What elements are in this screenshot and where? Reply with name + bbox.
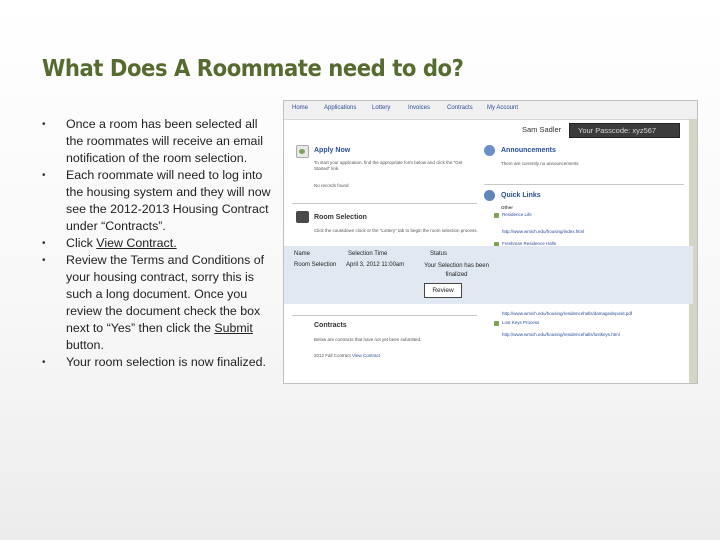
review-button[interactable]: Review [424, 283, 462, 298]
bullet-text: button. [66, 338, 104, 352]
bullet-item: • Each roommate will need to log into the… [40, 167, 272, 235]
bullet-text: Once a room has been selected all the ro… [66, 117, 263, 165]
contract-name: 2012 Fall Contract [314, 353, 351, 358]
contracts-title: Contracts [314, 322, 347, 329]
passcode-box: Your Passcode: xyz567 [569, 123, 680, 138]
apply-now-empty: No records found [314, 183, 349, 188]
bullet-icon: • [42, 238, 46, 249]
quick-link-url[interactable]: http://www.wmich.edu/housing/index.html [502, 229, 584, 234]
room-selection-icon [296, 211, 309, 223]
quick-link[interactable]: Residence Life [502, 212, 532, 217]
bullet-item: • Once a room has been selected all the r… [40, 116, 272, 167]
nav-tab-applications[interactable]: Applications [324, 105, 356, 111]
room-selection-title: Room Selection [314, 214, 367, 221]
selection-band [484, 246, 693, 304]
selection-row-name: Room Selection [294, 262, 337, 268]
col-time-header: Selection Time [348, 251, 388, 257]
announcements-icon [484, 145, 495, 156]
view-contract-link[interactable]: View Contract [352, 353, 380, 358]
apply-now-text: To start your application, find the appr… [314, 160, 463, 171]
bullet-item: • Click View Contract. [40, 235, 272, 252]
link-icon [494, 213, 499, 218]
portal-nav-bar: Home Applications Lottery Invoices Contr… [284, 101, 697, 120]
view-contract-link[interactable]: View Contract. [96, 236, 176, 250]
bullet-icon: • [42, 170, 46, 181]
instruction-list: • Once a room has been selected all the r… [40, 116, 272, 371]
bullet-item: • Your room selection is now finalized. [40, 354, 272, 371]
passcode-text: Your Passcode: xyz567 [578, 126, 657, 135]
nav-tab-lottery[interactable]: Lottery [372, 105, 390, 111]
quick-links-subtitle: Other [501, 205, 514, 210]
quick-link[interactable]: Lost Keys Process [502, 320, 539, 325]
apply-now-title: Apply Now [314, 147, 351, 154]
divider [292, 315, 477, 316]
bullet-item: • Review the Terms and Conditions of your… [40, 252, 272, 354]
apply-now-icon [296, 145, 309, 158]
housing-portal-screenshot: Home Applications Lottery Invoices Contr… [283, 100, 698, 384]
col-name-header: Name [294, 251, 311, 257]
user-name: Sam Sadler [522, 125, 562, 134]
bullet-icon: • [42, 255, 46, 266]
bullet-text: Click [66, 236, 97, 250]
nav-tab-contracts[interactable]: Contracts [447, 105, 473, 111]
bullet-text: Each roommate will need to log into the … [66, 168, 271, 233]
contract-row: 2012 Fall Contract View Contract [314, 353, 380, 359]
selection-row-time: April 3, 2012 11:00am [346, 262, 405, 268]
contracts-text: Below are contracts that have not yet be… [314, 337, 422, 342]
room-selection-text: Click the countdown clock or the "Lotter… [314, 228, 478, 233]
bullet-icon: • [42, 119, 46, 130]
submit-link[interactable]: Submit [214, 321, 253, 335]
announcements-text: There are currently no announcements [501, 161, 579, 166]
bullet-text: Your room selection is now finalized. [66, 355, 266, 369]
nav-tab-home[interactable]: Home [292, 105, 308, 111]
announcements-title: Announcements [501, 147, 556, 154]
bullet-icon: • [42, 357, 46, 368]
divider [292, 203, 477, 204]
slide-title: What Does A Roommate need to do? [42, 56, 464, 82]
nav-tab-invoices[interactable]: Invoices [408, 105, 430, 111]
quick-links-title: Quick Links [501, 192, 541, 199]
link-icon [494, 321, 499, 326]
col-status-header: Status [430, 251, 448, 257]
quick-link-url[interactable]: http://www.wmich.edu/housing/residenceha… [502, 311, 632, 316]
nav-tab-my-account[interactable]: My Account [487, 105, 518, 111]
selection-row-status: Your Selection has been finalized [424, 263, 489, 278]
divider [484, 184, 684, 185]
globe-icon [484, 190, 495, 201]
quick-link-url[interactable]: http://www.wmich.edu/housing/residenceha… [502, 332, 620, 337]
